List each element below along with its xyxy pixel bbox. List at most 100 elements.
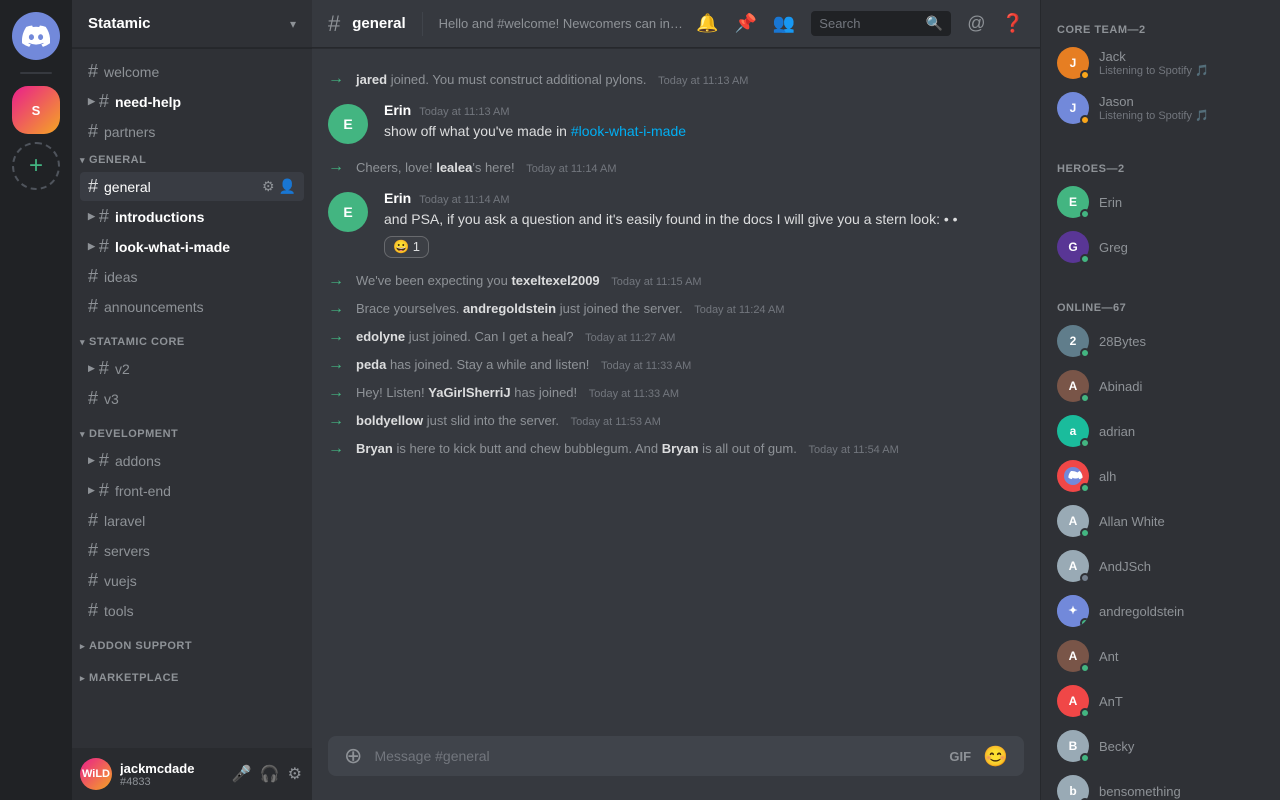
member-item-allan-white[interactable]: A Allan White [1041, 499, 1272, 543]
member-item[interactable]: B Becky [1041, 724, 1272, 768]
message-timestamp: Today at 11:53 AM [571, 416, 661, 428]
help-icon[interactable]: ❓ [1002, 13, 1024, 34]
status-dot [1080, 663, 1090, 673]
channel-item-addons[interactable]: ▶ # addons [80, 446, 304, 475]
message-timestamp: Today at 11:14 AM [419, 194, 509, 206]
channel-item-need-help[interactable]: ▶ # need-help [80, 87, 304, 116]
statamic-server-icon[interactable]: S [12, 86, 60, 134]
channel-item-tools[interactable]: # tools [80, 596, 304, 625]
headphone-icon[interactable]: 🎧 [258, 762, 282, 786]
section-header-general[interactable]: ▾ GENERAL + [72, 147, 312, 171]
member-item[interactable]: A AndJSch [1041, 544, 1272, 588]
avatar: J [1057, 92, 1089, 124]
server-title: Statamic [88, 15, 151, 32]
pin-icon[interactable]: 📌 [734, 13, 756, 34]
avatar: A [1057, 640, 1089, 672]
members-section-heroes: HEROES—2 E Erin G Greg [1041, 139, 1280, 278]
channel-item-v2[interactable]: ▶ # v2 [80, 354, 304, 383]
members-section-title: HEROES—2 [1041, 155, 1280, 179]
avatar [1057, 460, 1089, 492]
message-body: Erin Today at 11:14 AM and PSA, if you a… [384, 190, 1024, 258]
notification-icon[interactable]: 🔔 [696, 13, 718, 34]
member-item[interactable]: J Jack Listening to Spotify 🎵 [1041, 41, 1272, 85]
settings-icon[interactable]: ⚙ [286, 762, 304, 786]
mention-username: Bryan [662, 441, 699, 456]
mention-username: jared [356, 72, 387, 87]
system-message: → edolyne just joined. Can I get a heal?… [312, 324, 1040, 350]
channel-item-partners[interactable]: # partners [80, 117, 304, 146]
section-header-statamic-core[interactable]: ▾ STATAMIC CORE + [72, 329, 312, 353]
section-title: GENERAL [89, 154, 146, 166]
channel-item-introductions[interactable]: ▶ # introductions [80, 202, 304, 231]
gif-icon[interactable]: GIF [949, 749, 971, 764]
member-item[interactable]: a adrian [1041, 409, 1272, 453]
system-message-text: Brace yourselves. andregoldstein just jo… [356, 301, 1024, 316]
member-item[interactable]: A Abinadi [1041, 364, 1272, 408]
channel-name: addons [115, 453, 161, 469]
add-server-icon[interactable]: + [12, 142, 60, 190]
system-message-text: peda has joined. Stay a while and listen… [356, 357, 1024, 372]
channel-name: look-what-i-made [115, 239, 230, 255]
member-item[interactable]: G Greg [1041, 225, 1272, 269]
section-header-addon-support[interactable]: ▸ ADDON SUPPORT + [72, 633, 312, 657]
message-username[interactable]: Erin [384, 190, 411, 206]
channel-item-vuejs[interactable]: # vuejs [80, 566, 304, 595]
member-item[interactable]: J Jason Listening to Spotify 🎵 [1041, 86, 1272, 130]
member-item[interactable]: ✦ andregoldstein [1041, 589, 1272, 633]
channel-item-ideas[interactable]: # ideas [80, 262, 304, 291]
message-input[interactable] [374, 736, 937, 776]
members-icon[interactable]: 👥 [773, 13, 795, 34]
server-name-header[interactable]: Statamic ▾ [72, 0, 312, 48]
system-message: → boldyellow just slid into the server. … [312, 408, 1040, 434]
section-title: MARKETPLACE [89, 672, 179, 684]
hash-icon: # [99, 480, 109, 501]
message-timestamp: Today at 11:27 AM [585, 332, 675, 344]
avatar: a [1057, 415, 1089, 447]
member-item[interactable]: b bensomething [1041, 769, 1272, 800]
join-arrow-icon: → [328, 356, 344, 374]
status-dot [1080, 753, 1090, 763]
discord-icon[interactable] [12, 12, 60, 60]
arrow-icon: ▶ [88, 211, 95, 222]
hash-icon: # [88, 176, 98, 197]
hash-icon: # [99, 450, 109, 471]
member-info: andregoldstein [1099, 604, 1264, 619]
message-content: show off what you've made in #look-what-… [384, 122, 1024, 142]
add-person-icon[interactable]: 👤 [279, 178, 296, 195]
channel-item-servers[interactable]: # servers [80, 536, 304, 565]
member-item[interactable]: A Ant [1041, 634, 1272, 678]
search-box[interactable]: Search 🔍 [811, 11, 951, 36]
plus-icon[interactable]: ⊕ [344, 743, 362, 769]
message-username[interactable]: Erin [384, 102, 411, 118]
channel-item-front-end[interactable]: ▶ # front-end [80, 476, 304, 505]
settings-icon[interactable]: ⚙ [262, 178, 275, 195]
member-item[interactable]: E Erin [1041, 180, 1272, 224]
channel-section-general: ▾ GENERAL + # general ⚙ 👤 ▶ # introducti… [72, 147, 312, 321]
channel-link[interactable]: #look-what-i-made [571, 123, 686, 139]
hash-icon: # [99, 206, 109, 227]
channel-item-laravel[interactable]: # laravel [80, 506, 304, 535]
member-item[interactable]: A AnT [1041, 679, 1272, 723]
section-header-development[interactable]: ▾ DEVELOPMENT + [72, 421, 312, 445]
search-placeholder: Search [819, 16, 918, 31]
mention-username: YaGirlSherriJ [428, 385, 510, 400]
emoji-icon[interactable]: 😊 [983, 744, 1008, 769]
channel-item-look-what-i-made[interactable]: ▶ # look-what-i-made [80, 232, 304, 261]
join-arrow-icon: → [328, 328, 344, 346]
avatar: J [1057, 47, 1089, 79]
channel-section-addon-support: ▸ ADDON SUPPORT + [72, 633, 312, 657]
channel-item-welcome[interactable]: # welcome [80, 57, 304, 86]
member-item[interactable]: alh [1041, 454, 1272, 498]
channel-item-v3[interactable]: # v3 [80, 384, 304, 413]
member-item[interactable]: 2 28Bytes [1041, 319, 1272, 363]
microphone-icon[interactable]: 🎤 [230, 762, 254, 786]
section-arrow-icon: ▸ [80, 641, 85, 652]
section-header-marketplace[interactable]: ▸ MARKETPLACE + [72, 665, 312, 689]
inbox-icon[interactable]: @ [967, 13, 985, 34]
members-section-title: CORE TEAM—2 [1041, 16, 1280, 40]
channel-item-announcements[interactable]: # announcements [80, 292, 304, 321]
message-group: E Erin Today at 11:13 AM show off what y… [312, 94, 1040, 152]
channel-item-general[interactable]: # general ⚙ 👤 [80, 172, 304, 201]
emoji-reaction[interactable]: 😀 1 [384, 236, 429, 258]
system-message-text: boldyellow just slid into the server. To… [356, 413, 1024, 428]
